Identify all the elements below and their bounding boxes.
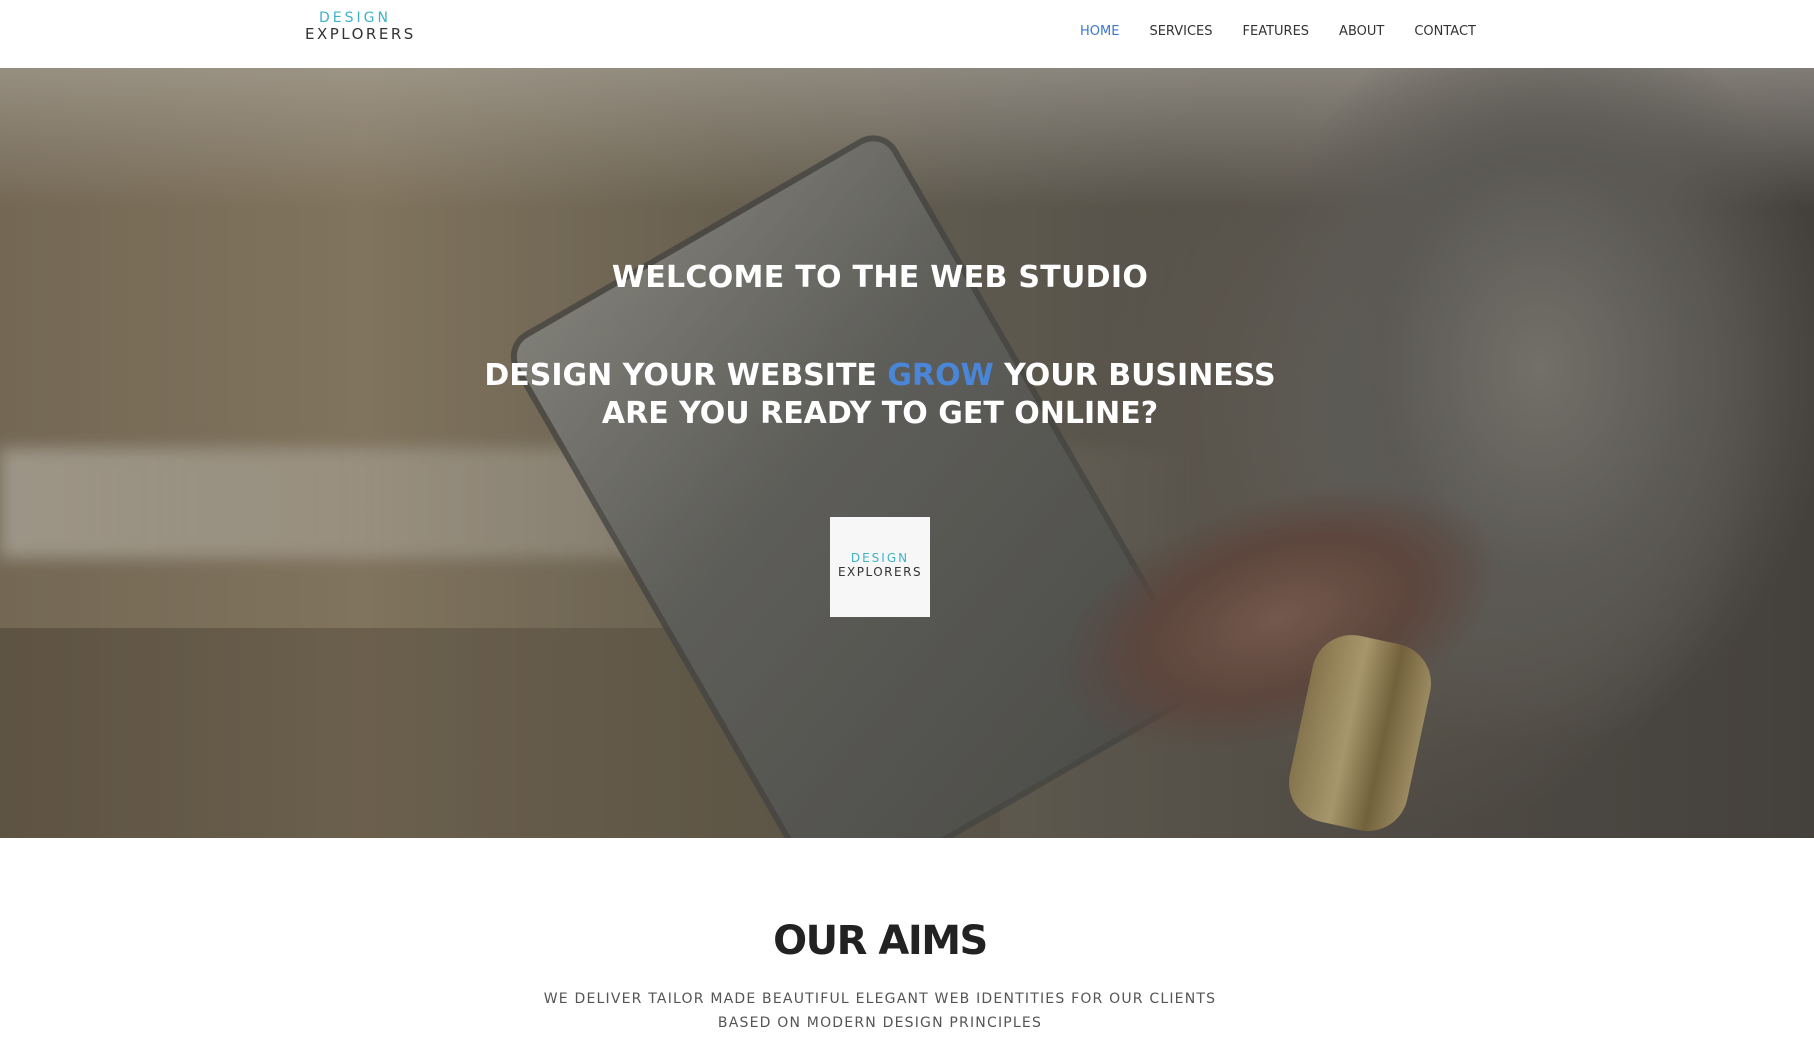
nav-item-home[interactable]: HOME <box>1080 23 1119 41</box>
logo-line-design: DESIGN <box>319 10 391 26</box>
hero-logo-badge: DESIGN EXPLORERS <box>830 517 930 617</box>
aims-description: WE DELIVER TAILOR MADE BEAUTIFUL ELEGANT… <box>0 987 1760 1035</box>
nav-item-about[interactable]: ABOUT <box>1339 23 1384 41</box>
hero-tagline-accent: GROW <box>887 358 994 393</box>
badge-line-explorers: EXPLORERS <box>837 565 923 579</box>
aims-description-line-1: WE DELIVER TAILOR MADE BEAUTIFUL ELEGANT… <box>543 991 1217 1007</box>
hero-tagline-2: ARE YOU READY TO GET ONLINE? <box>601 396 1159 431</box>
aims-description-line-2: BASED ON MODERN DESIGN PRINCIPLES <box>717 1015 1043 1031</box>
site-logo[interactable]: DESIGN EXPLORERS <box>305 10 416 43</box>
nav-item-contact[interactable]: CONTACT <box>1414 23 1476 41</box>
nav-item-services[interactable]: SERVICES <box>1149 23 1212 41</box>
badge-line-design: DESIGN <box>850 551 910 565</box>
hero-title: WELCOME TO THE WEB STUDIO <box>611 260 1149 295</box>
hero-section: WELCOME TO THE WEB STUDIO DESIGN YOUR WE… <box>0 68 1814 838</box>
logo-line-explorers: EXPLORERS <box>305 25 416 43</box>
aims-title: OUR AIMS <box>773 918 988 964</box>
main-nav: HOME SERVICES FEATURES ABOUT CONTACT <box>1080 23 1506 41</box>
hero-tagline-1: DESIGN YOUR WEBSITE GROW YOUR BUSINESS <box>0 358 1760 393</box>
hero-tagline-1-start: DESIGN YOUR WEBSITE <box>484 358 877 393</box>
nav-item-features[interactable]: FEATURES <box>1243 23 1310 41</box>
hero-tagline-1-end: YOUR BUSINESS <box>1004 358 1276 393</box>
hero-overlay <box>0 68 1814 838</box>
navbar: DESIGN EXPLORERS HOME SERVICES FEATURES … <box>0 0 1814 68</box>
